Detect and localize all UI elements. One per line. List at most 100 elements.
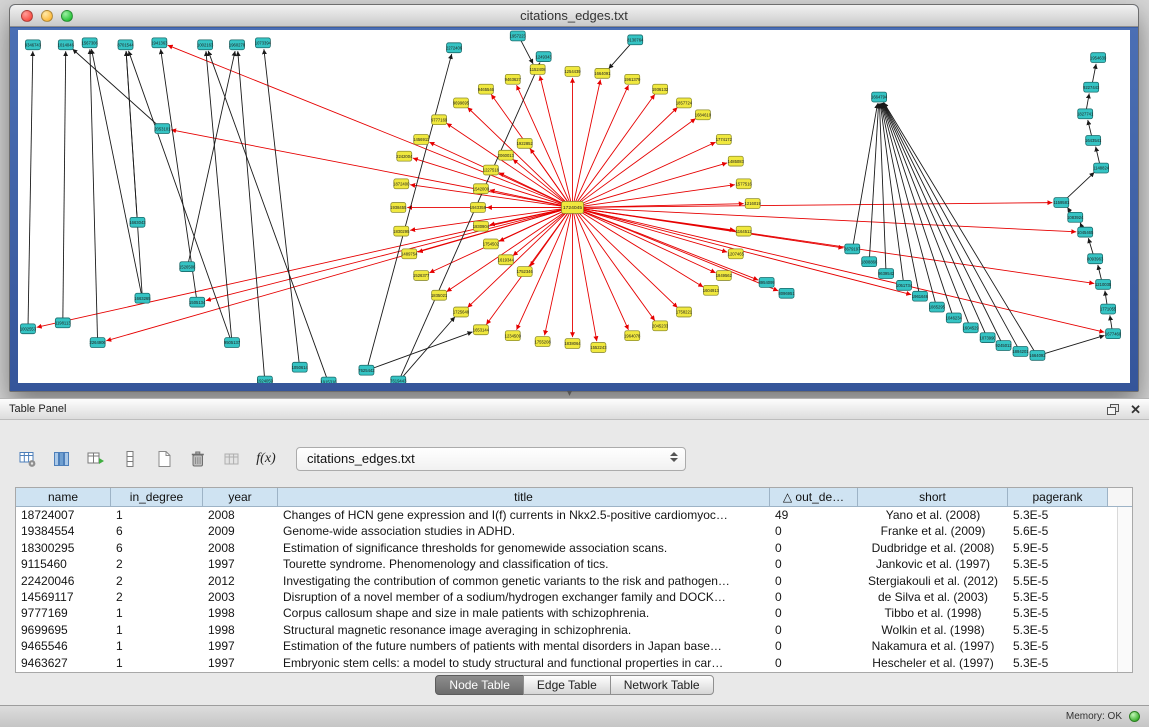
cell-pagerank: 5.3E-5 [1008, 556, 1108, 572]
graph-node-label: 1835021 [431, 293, 448, 298]
column-header-in_degree[interactable]: in_degree [111, 488, 203, 506]
table-row[interactable]: 1456911722003Disruption of a novel membe… [16, 589, 1132, 605]
graph-edge [1096, 147, 1100, 165]
graph-node-label: 1254439 [564, 69, 581, 74]
traffic-lights [21, 10, 73, 22]
graph-edge [499, 173, 568, 206]
graph-edge [1088, 238, 1093, 255]
graph-node-label: 1046234 [946, 316, 963, 321]
graph-node-label: 1849562 [716, 273, 733, 278]
graph-edge [126, 51, 137, 218]
table-selector-value: citations_edges.txt [307, 451, 415, 466]
graph-node-label: 1664091 [594, 71, 611, 76]
table-row[interactable]: 969969511998Structural magnetic resonanc… [16, 622, 1132, 638]
graph-node-label: 1755208 [535, 339, 552, 344]
tab-edge-table[interactable]: Edge Table [523, 675, 611, 695]
zoom-window-button[interactable] [61, 10, 73, 22]
graph-node-label: 1085295 [929, 305, 946, 310]
graph-node-label: 1050614 [292, 365, 309, 370]
import-table-button[interactable] [82, 446, 110, 472]
graph-node-label: 1207465 [728, 252, 745, 257]
table-row[interactable]: 911546021997Tourette syndrome. Phenomeno… [16, 556, 1132, 572]
graph-node-label: 2272406 [446, 45, 463, 50]
cell-out_degree: 0 [770, 523, 858, 539]
graph-node-label: 1164512 [736, 229, 753, 234]
graph-edge [1105, 291, 1107, 305]
graph-edge [577, 119, 696, 206]
graph-edge [573, 211, 596, 341]
cell-year: 2003 [203, 589, 278, 605]
column-header-pagerank[interactable]: pagerank [1008, 488, 1108, 506]
table-panel-header: Table Panel ✕ [0, 399, 1149, 420]
column-header-name[interactable]: name [16, 488, 111, 506]
graph-edge [1092, 64, 1096, 83]
table-row[interactable]: 2242004622012Investigating the contribut… [16, 573, 1132, 589]
graph-node-label: 2264906 [90, 340, 107, 345]
graph-node-label: 1073990 [980, 335, 997, 340]
cell-in_degree: 1 [111, 655, 203, 671]
row-options-button[interactable] [116, 446, 144, 472]
graph-node-label: 1619344 [498, 257, 515, 262]
graph-edge [73, 49, 159, 126]
network-canvas-container[interactable]: 1724045121601911645121207465184956216049… [18, 30, 1130, 383]
cell-in_degree: 1 [111, 605, 203, 621]
graph-edge [63, 51, 66, 319]
graph-edge [1110, 315, 1112, 329]
cell-title: Embryonic stem cells: a model to study s… [278, 655, 770, 671]
graph-node-label: 1725648 [453, 310, 470, 315]
cell-year: 1997 [203, 556, 278, 572]
cell-short: Nakamura et al. (1997) [858, 638, 1008, 654]
column-header-year[interactable]: year [203, 488, 278, 506]
cell-title: Estimation of the future numbers of pati… [278, 638, 770, 654]
graph-edge [206, 51, 232, 338]
graph-node-label: 1045465 [1077, 230, 1094, 235]
graph-node-label: 1604529 [963, 325, 980, 330]
graph-edge [1098, 265, 1102, 281]
graph-node-label: 1663265 [134, 296, 151, 301]
cell-short: de Silva et al. (2003) [858, 589, 1008, 605]
minimize-window-button[interactable] [41, 10, 53, 22]
table-settings-button[interactable] [14, 446, 42, 472]
table-vertical-scrollbar[interactable] [1117, 507, 1132, 672]
delete-table-button[interactable] [184, 446, 212, 472]
graph-edge [168, 45, 568, 206]
tab-node-table[interactable]: Node Table [435, 675, 524, 695]
show-columns-button[interactable] [48, 446, 76, 472]
table-row[interactable]: 1872400712008Changes of HCN gene express… [16, 507, 1132, 523]
merge-table-button[interactable] [218, 446, 246, 472]
function-builder-button[interactable]: f(x) [252, 446, 280, 472]
tab-network-table[interactable]: Network Table [610, 675, 714, 695]
new-table-button[interactable] [150, 446, 178, 472]
network-canvas[interactable]: 1724045121601911645121207465184956216049… [18, 30, 1130, 383]
cell-year: 2008 [203, 507, 278, 523]
cell-out_degree: 0 [770, 622, 858, 638]
column-header-title[interactable]: title [278, 488, 770, 506]
graph-node-label: 1083924 [1067, 215, 1084, 220]
graph-node-label: 1922852 [517, 141, 534, 146]
graph-node-label: 1938455 [390, 205, 407, 210]
cell-pagerank: 5.3E-5 [1008, 638, 1108, 654]
float-panel-button[interactable] [1106, 403, 1120, 416]
cell-year: 2008 [203, 540, 278, 556]
graph-edge [853, 103, 877, 245]
table-row[interactable]: 946554611997Estimation of the future num… [16, 638, 1132, 654]
table-row[interactable]: 977716911998Corpus callosum shape and si… [16, 605, 1132, 621]
graph-node-label: 1002163 [197, 42, 214, 47]
column-header-out_degree[interactable]: △ out_de… [770, 488, 858, 506]
close-window-button[interactable] [21, 10, 33, 22]
table-row[interactable]: 1938455462009Genome-wide association stu… [16, 523, 1132, 539]
table-row[interactable]: 946362711997Embryonic stem cells: a mode… [16, 655, 1132, 671]
graph-node-label: 9465546 [478, 87, 495, 92]
table-row[interactable]: 1830029562008Estimation of significance … [16, 540, 1132, 556]
graph-node-label: 9245012 [995, 343, 1012, 348]
graph-node-label: 1014046 [58, 42, 75, 47]
table-selector[interactable]: citations_edges.txt [296, 447, 686, 471]
window-titlebar[interactable]: citations_edges.txt [10, 5, 1138, 27]
cell-out_degree: 0 [770, 638, 858, 654]
close-panel-button[interactable]: ✕ [1130, 403, 1141, 417]
column-header-short[interactable]: short [858, 488, 1008, 506]
cell-in_degree: 1 [111, 622, 203, 638]
graph-node-label: 1526377 [413, 273, 430, 278]
graph-node-label: 1664092 [1029, 353, 1046, 358]
graph-node-label: 1567306 [82, 41, 99, 46]
